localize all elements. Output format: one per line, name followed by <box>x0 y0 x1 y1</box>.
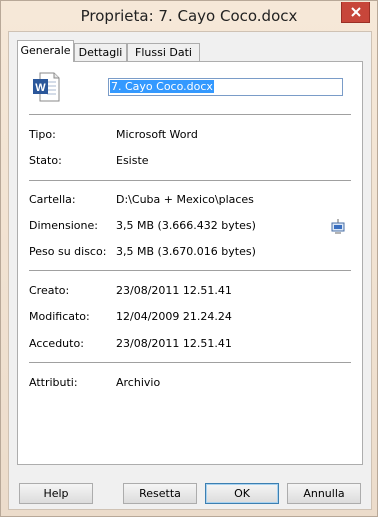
separator <box>29 114 351 115</box>
tab-dettagli[interactable]: Dettagli <box>74 43 127 61</box>
attributi-value: Archivio <box>116 376 161 389</box>
word-document-icon: W <box>32 72 60 105</box>
close-icon <box>350 7 361 17</box>
attributi-label: Attributi: <box>29 376 78 389</box>
svg-text:W: W <box>35 82 46 94</box>
cartella-label: Cartella: <box>29 193 76 206</box>
acceduto-label: Acceduto: <box>29 337 84 350</box>
general-panel: W 7. Cayo Coco.docx Tipo: Microsoft Word… <box>17 61 363 465</box>
modificato-value: 12/04/2009 21.24.24 <box>116 310 232 323</box>
creato-label: Creato: <box>29 284 70 297</box>
tab-generale[interactable]: Generale <box>17 40 74 62</box>
peso-value: 3,5 MB (3.670.016 bytes) <box>116 245 256 258</box>
dimensione-label: Dimensione: <box>29 219 98 232</box>
stato-label: Stato: <box>29 154 62 167</box>
tipo-value: Microsoft Word <box>116 128 198 141</box>
open-location-icon[interactable] <box>330 219 346 238</box>
creato-value: 23/08/2011 12.51.41 <box>116 284 232 297</box>
separator <box>29 270 351 271</box>
dimensione-value: 3,5 MB (3.666.432 bytes) <box>116 219 256 232</box>
close-button[interactable] <box>341 2 370 23</box>
reset-button[interactable]: Resetta <box>123 483 197 504</box>
tab-flussi-dati[interactable]: Flussi Dati <box>127 43 200 61</box>
properties-window: Proprieta: 7. Cayo Coco.docx Generale De… <box>0 0 378 517</box>
file-name-text: 7. Cayo Coco.docx <box>110 80 214 93</box>
cancel-button[interactable]: Annulla <box>287 483 361 504</box>
ok-button[interactable]: OK <box>205 483 279 504</box>
dialog-client: Generale Dettagli Flussi Dati W 7. Cayo … <box>8 31 372 510</box>
cartella-value: D:\Cuba + Mexico\places <box>116 193 254 206</box>
modificato-label: Modificato: <box>29 310 90 323</box>
file-name-input[interactable]: 7. Cayo Coco.docx <box>108 78 343 96</box>
separator <box>29 180 351 181</box>
stato-value: Esiste <box>116 154 149 167</box>
separator <box>29 362 351 363</box>
title-bar[interactable]: Proprieta: 7. Cayo Coco.docx <box>1 1 377 31</box>
help-button[interactable]: Help <box>19 483 93 504</box>
acceduto-value: 23/08/2011 12.51.41 <box>116 337 232 350</box>
tipo-label: Tipo: <box>29 128 56 141</box>
window-title: Proprieta: 7. Cayo Coco.docx <box>80 7 298 25</box>
peso-label: Peso su disco: <box>29 245 107 258</box>
